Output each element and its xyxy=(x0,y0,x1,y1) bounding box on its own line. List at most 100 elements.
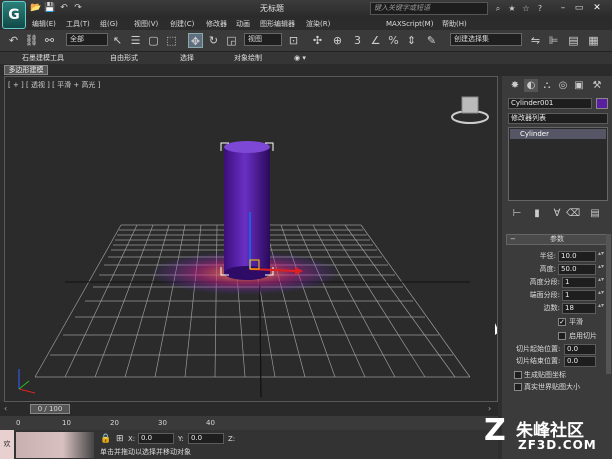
hierarchy-tab-icon[interactable]: ⛬ xyxy=(540,79,554,92)
menu-modifiers[interactable]: 修改器 xyxy=(206,18,227,30)
slice-to-field[interactable]: 0.0 xyxy=(564,356,596,367)
menu-group[interactable]: 组(G) xyxy=(100,18,118,30)
ribbon-options-icon[interactable]: ◉ ▾ xyxy=(294,52,306,64)
modify-tab-icon[interactable]: ◐ xyxy=(524,79,538,92)
motion-tab-icon[interactable]: ◎ xyxy=(556,79,570,92)
real-world-map-checkbox[interactable] xyxy=(514,383,522,391)
move-icon[interactable]: ✥ xyxy=(188,33,203,48)
select-object-icon[interactable]: ↖ xyxy=(110,33,125,48)
sides-spinner-icon[interactable]: ▴▾ xyxy=(598,303,604,313)
rect-selection-icon[interactable]: ▢ xyxy=(146,33,161,48)
create-tab-icon[interactable]: ✸ xyxy=(508,79,522,92)
graphite-toggle-icon[interactable]: ▦ xyxy=(586,33,601,48)
y-coord-label: Y: xyxy=(178,435,184,443)
link-icon[interactable]: ⛓ xyxy=(24,33,39,48)
app-logo-icon[interactable]: G xyxy=(2,1,26,29)
radius-spinner-icon[interactable]: ▴▾ xyxy=(598,251,604,261)
maxscript-listener[interactable]: 欢 xyxy=(0,430,14,459)
track-bar[interactable]: 0 10 20 30 40 xyxy=(0,416,498,430)
close-button[interactable]: ✕ xyxy=(590,2,604,15)
binoculars-icon[interactable]: ⌕ xyxy=(492,3,504,14)
menu-rendering[interactable]: 渲染(R) xyxy=(306,18,330,30)
show-end-result-icon[interactable]: ▮ xyxy=(530,207,544,220)
menu-views[interactable]: 视图(V) xyxy=(134,18,158,30)
height-segments-field[interactable]: 1 xyxy=(562,277,596,288)
tab-object-paint[interactable]: 对象绘制 xyxy=(234,52,262,64)
tab-polygon-modeling[interactable]: 多边形建模 xyxy=(4,65,48,75)
display-tab-icon[interactable]: ▣ xyxy=(572,79,586,92)
pivot-center-icon[interactable]: ⊡ xyxy=(286,33,301,48)
rollout-parameters[interactable]: − 参数 xyxy=(506,234,608,245)
edit-named-selection-icon[interactable]: ✎ xyxy=(424,33,439,48)
named-selection-dropdown[interactable]: 创建选择集 xyxy=(450,33,522,46)
cap-segments-spinner-icon[interactable]: ▴▾ xyxy=(598,290,604,300)
x-coord-field[interactable]: 0.0 xyxy=(138,433,174,444)
selection-filter-dropdown[interactable]: 全部 xyxy=(66,33,108,46)
menu-help[interactable]: 帮助(H) xyxy=(442,18,467,30)
align-icon[interactable]: ⊫ xyxy=(546,33,561,48)
select-manipulate-icon[interactable]: ✣ xyxy=(310,33,325,48)
height-segments-spinner-icon[interactable]: ▴▾ xyxy=(598,277,604,287)
scale-icon[interactable]: ◲ xyxy=(224,33,239,48)
menu-edit[interactable]: 编辑(E) xyxy=(32,18,56,30)
tab-freeform[interactable]: 自由形式 xyxy=(110,52,138,64)
smooth-checkbox[interactable]: ✓ xyxy=(558,318,566,326)
redo-icon[interactable]: ↷ xyxy=(72,3,84,14)
reference-coord-dropdown[interactable]: 视图 xyxy=(244,33,282,46)
utilities-tab-icon[interactable]: ⚒ xyxy=(590,79,604,92)
spinner-snap-icon[interactable]: ⇕ xyxy=(404,33,419,48)
configure-modifier-sets-icon[interactable]: ▤ xyxy=(588,207,602,220)
angle-snap-icon[interactable]: ∠ xyxy=(368,33,383,48)
undo-icon[interactable]: ↶ xyxy=(58,3,70,14)
object-name-field[interactable]: Cylinder001 xyxy=(508,98,592,109)
select-by-name-icon[interactable]: ☰ xyxy=(128,33,143,48)
percent-snap-icon[interactable]: % xyxy=(386,33,401,48)
tab-selection[interactable]: 选择 xyxy=(180,52,194,64)
keyboard-shortcut-icon[interactable]: ⊕ xyxy=(330,33,345,48)
menu-maxscript[interactable]: MAXScript(M) xyxy=(386,18,433,30)
window-crossing-icon[interactable]: ⬚ xyxy=(164,33,179,48)
slice-on-checkbox[interactable] xyxy=(558,332,566,340)
generate-uv-checkbox[interactable] xyxy=(514,371,522,379)
cap-segments-field[interactable]: 1 xyxy=(562,290,596,301)
y-coord-field[interactable]: 0.0 xyxy=(188,433,224,444)
favorites-icon[interactable]: ☆ xyxy=(520,3,532,14)
slice-from-field[interactable]: 0.0 xyxy=(564,344,596,355)
time-slider[interactable]: 0 / 100 ‹ › xyxy=(0,402,498,416)
time-slider-thumb[interactable]: 0 / 100 xyxy=(30,404,70,414)
menu-tools[interactable]: 工具(T) xyxy=(66,18,90,30)
search-input[interactable]: 键入关键字或短语 xyxy=(370,2,488,15)
absolute-mode-icon[interactable]: ⊞ xyxy=(116,434,124,444)
prev-frame-icon[interactable]: ‹ xyxy=(4,404,7,413)
unlink-icon[interactable]: ⚯ xyxy=(42,33,57,48)
height-spinner-icon[interactable]: ▴▾ xyxy=(598,264,604,274)
lock-selection-icon[interactable]: 🔒 xyxy=(100,434,111,444)
maxscript-mini-listener[interactable] xyxy=(16,432,94,458)
rotate-icon[interactable]: ↻ xyxy=(206,33,221,48)
snap-toggle-icon[interactable]: 3 xyxy=(350,33,365,48)
pin-stack-icon[interactable]: ⊢ xyxy=(510,207,524,220)
undo-icon[interactable]: ↶ xyxy=(6,33,21,48)
menu-create[interactable]: 创建(C) xyxy=(170,18,194,30)
perspective-viewport[interactable]: [ + ] [ 透视 ] [ 平滑 + 高光 ] xyxy=(4,76,498,402)
remove-modifier-icon[interactable]: ⌫ xyxy=(566,207,580,220)
mirror-icon[interactable]: ⇋ xyxy=(528,33,543,48)
height-field[interactable]: 50.0 xyxy=(558,264,596,275)
object-color-swatch[interactable] xyxy=(596,98,608,109)
menu-graph-editors[interactable]: 图形编辑器 xyxy=(260,18,295,30)
layer-manager-icon[interactable]: ▤ xyxy=(566,33,581,48)
panel-scrollbar[interactable] xyxy=(606,234,611,374)
subscription-icon[interactable]: ★ xyxy=(506,3,518,14)
stack-item-cylinder[interactable]: Cylinder xyxy=(510,129,606,139)
maximize-button[interactable]: ▭ xyxy=(572,2,586,15)
minimize-button[interactable]: – xyxy=(556,2,570,15)
tab-graphite-modeling[interactable]: 石墨建模工具 xyxy=(22,52,64,64)
modifier-list-dropdown[interactable]: 修改器列表 xyxy=(508,113,608,124)
radius-field[interactable]: 10.0 xyxy=(558,251,596,262)
save-file-icon[interactable]: 💾 xyxy=(44,3,56,14)
menu-animation[interactable]: 动画 xyxy=(236,18,250,30)
help-icon[interactable]: ? xyxy=(534,3,546,14)
sides-field[interactable]: 18 xyxy=(562,303,596,314)
make-unique-icon[interactable]: ∀ xyxy=(550,207,564,220)
open-file-icon[interactable]: 📂 xyxy=(30,3,42,14)
